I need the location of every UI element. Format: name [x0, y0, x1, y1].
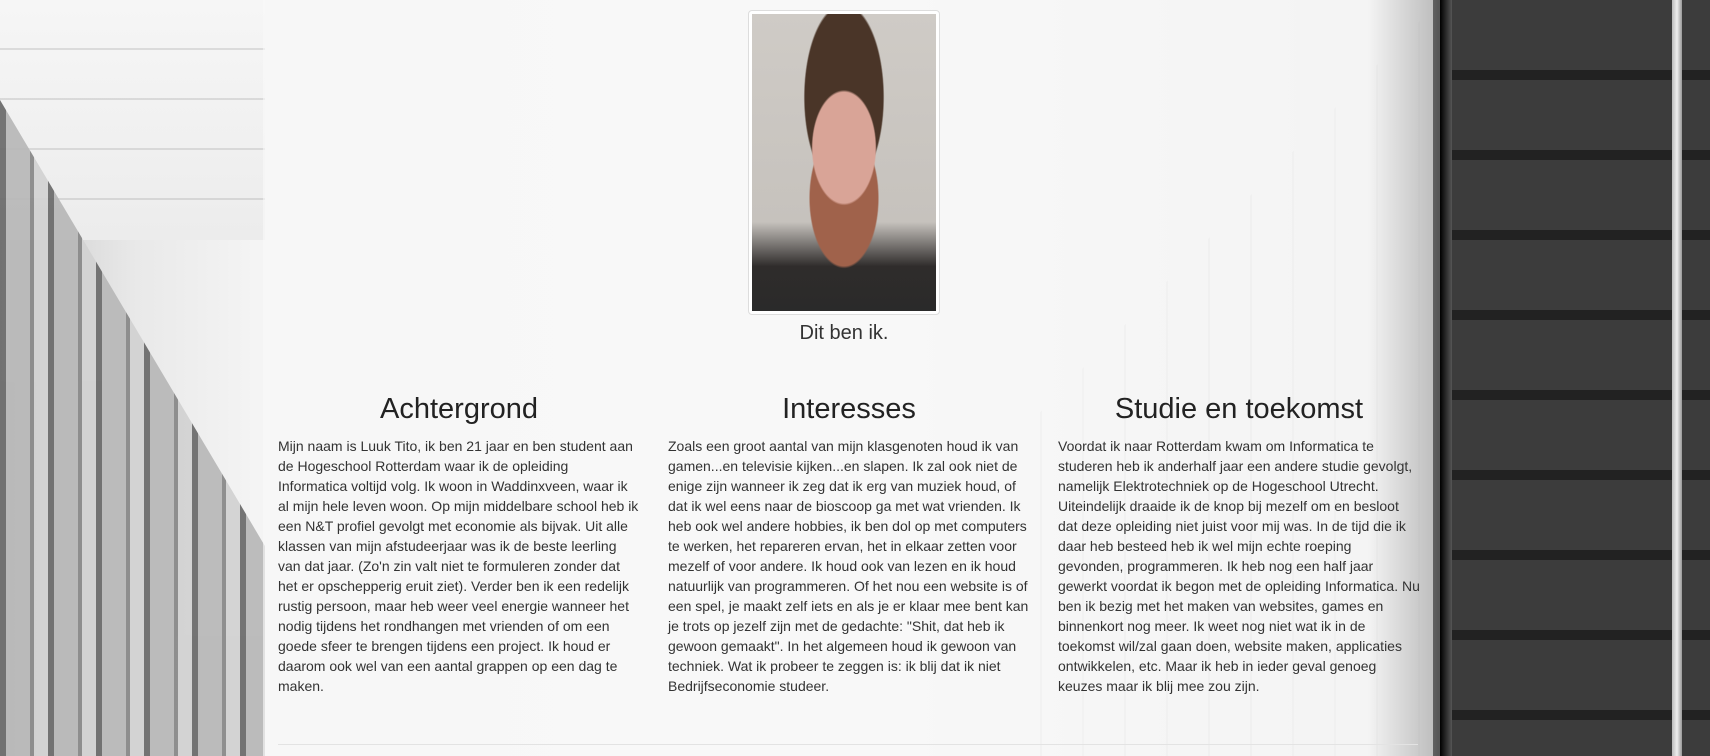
section-background: Achtergrond Mijn naam is Luuk Tito, ik b… — [278, 390, 640, 696]
photo-caption: Dit ben ik. — [799, 322, 889, 344]
section-text: Zoals een groot aantal van mijn klasgeno… — [668, 438, 1029, 694]
section-text: Mijn naam is Luuk Tito, ik ben 21 jaar e… — [278, 438, 639, 694]
server-rack-door — [1440, 0, 1710, 756]
section-study-future: Studie en toekomst Voordat ik naar Rotte… — [1058, 390, 1420, 696]
section-text: Voordat ik naar Rotterdam kwam om Inform… — [1058, 438, 1420, 694]
section-title: Achtergrond — [380, 393, 538, 425]
section-title: Studie en toekomst — [1114, 393, 1364, 425]
section-title: Interesses — [782, 393, 916, 425]
content-panel: Dit ben ik. Achtergrond Mijn naam is Luu… — [263, 0, 1433, 756]
profile-photo — [752, 14, 936, 311]
section-interests: Interesses Zoals een groot aantal van mi… — [668, 390, 1030, 696]
profile-photo-frame — [748, 10, 940, 315]
divider — [278, 744, 1418, 745]
